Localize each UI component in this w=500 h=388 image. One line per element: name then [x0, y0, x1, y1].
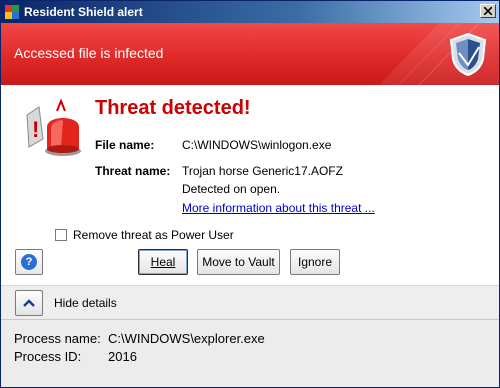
threat-headline: Threat detected!	[95, 97, 251, 119]
help-button[interactable]: ?	[15, 249, 43, 275]
svg-text:!: !	[32, 117, 39, 142]
process-id-label: Process ID:	[14, 349, 82, 364]
heal-button-label: Heal	[150, 255, 176, 269]
process-details: Process name: C:\WINDOWS\explorer.exe Pr…	[1, 320, 499, 387]
power-user-label[interactable]: Remove threat as Power User	[73, 228, 234, 242]
move-to-vault-button[interactable]: Move to Vault	[197, 249, 280, 275]
file-name-value: C:\WINDOWS\winlogon.exe	[182, 138, 332, 152]
title-bar[interactable]: Resident Shield alert	[1, 1, 499, 23]
alert-window: Resident Shield alert Accessed file is i…	[0, 0, 500, 388]
move-to-vault-label: Move to Vault	[202, 255, 275, 269]
hide-details-button[interactable]	[15, 290, 43, 316]
heal-button[interactable]: Heal	[138, 249, 188, 275]
shield-icon	[449, 32, 487, 77]
close-button[interactable]	[480, 4, 496, 18]
ignore-button[interactable]: Ignore	[290, 249, 340, 275]
more-info-link[interactable]: More information about this threat ...	[182, 201, 375, 215]
power-user-checkbox[interactable]	[55, 229, 67, 241]
ignore-label: Ignore	[297, 255, 333, 269]
hide-details-label[interactable]: Hide details	[54, 296, 117, 310]
file-name-label: File name:	[95, 138, 155, 152]
help-icon: ?	[21, 254, 37, 270]
process-name-label: Process name:	[14, 331, 101, 346]
power-user-option[interactable]: Remove threat as Power User	[55, 228, 234, 242]
close-icon	[484, 7, 492, 15]
avg-logo-icon	[5, 5, 19, 19]
window-title: Resident Shield alert	[24, 5, 143, 19]
threat-name-value: Trojan horse Generic17.AOFZ	[182, 164, 343, 178]
process-name-value: C:\WINDOWS\explorer.exe	[108, 331, 265, 346]
threat-name-label: Threat name:	[95, 164, 171, 178]
alarm-siren-icon: !	[26, 98, 81, 156]
details-toggle-bar: Hide details	[1, 285, 499, 320]
detected-text: Detected on open.	[182, 182, 281, 196]
alert-banner: Accessed file is infected	[1, 23, 499, 85]
alert-content: ! Threat detected! File name: C:\WINDOWS…	[1, 85, 499, 285]
banner-title: Accessed file is infected	[14, 45, 164, 61]
chevron-up-icon	[23, 299, 35, 307]
process-id-value: 2016	[108, 349, 137, 364]
